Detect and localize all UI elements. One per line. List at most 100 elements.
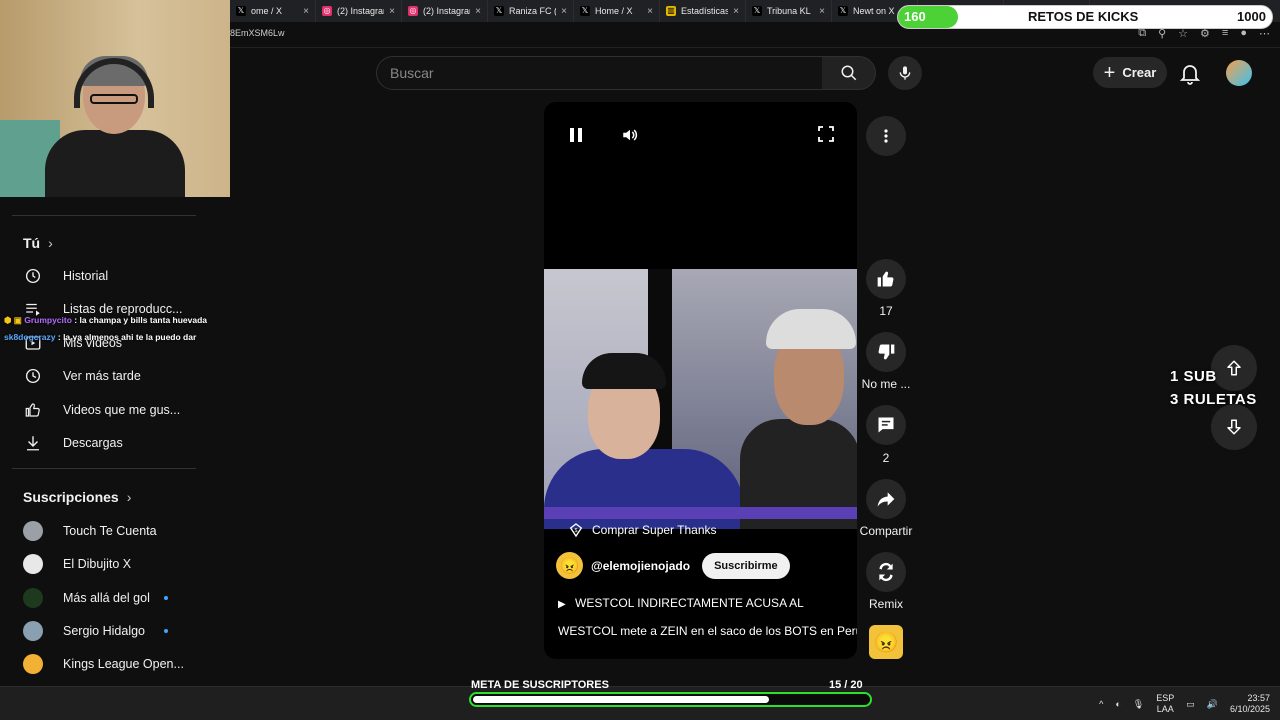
close-tab-icon[interactable]: ×	[303, 6, 309, 17]
language-code: ESP	[1156, 693, 1175, 703]
browser-tab[interactable]: 𝕏 Tribuna KL ×	[746, 0, 832, 22]
remix-icon	[879, 562, 893, 582]
download-icon	[23, 433, 43, 453]
sidebar-item-label: Videos que me gus...	[63, 403, 181, 417]
chat-message: ⬢ ▣ Grumpycito : la champa y bills tanta…	[4, 315, 208, 325]
pause-button[interactable]	[568, 126, 584, 149]
browser-tab[interactable]: 𝕏 Home / X ×	[574, 0, 660, 22]
channel-avatar	[23, 554, 43, 574]
volume-button[interactable]	[620, 126, 640, 149]
shorts-player[interactable]: $ Comprar Super Thanks 😠 @elemojienojado…	[544, 102, 857, 659]
sidebar-item-label: Descargas	[63, 436, 123, 450]
channel-avatar	[23, 521, 43, 541]
voice-search-button[interactable]	[888, 56, 922, 90]
sidebar-item[interactable]: Ver más tarde	[23, 363, 198, 389]
browser-tab[interactable]: ▥ Estadísticas ×	[660, 0, 746, 22]
clock[interactable]: 23:57 6/10/2025	[1230, 693, 1270, 715]
dislike-label: No me ...	[861, 377, 911, 391]
subscription-item[interactable]: Sergio Hidalgo	[23, 618, 198, 644]
video-title-link[interactable]: ▶ WESTCOL INDIRECTAMENTE ACUSA AL	[558, 596, 804, 610]
chart-icon: ▥	[666, 6, 676, 16]
subscription-label: El Dibujito X	[63, 557, 132, 571]
app-tray-icon[interactable]: ◐	[1115, 699, 1120, 709]
next-short-button[interactable]	[1211, 404, 1257, 450]
speaker-icon[interactable]: 🔊	[1207, 699, 1218, 710]
close-tab-icon[interactable]: ×	[389, 6, 395, 17]
channel-name[interactable]: @elemojienojado	[591, 559, 690, 573]
previous-short-button[interactable]	[1211, 345, 1257, 391]
sidebar-item[interactable]: Videos que me gus...	[23, 397, 198, 423]
address-text[interactable]: 8EmXSM6Lw	[230, 28, 285, 38]
account-avatar[interactable]	[1226, 60, 1252, 86]
subscription-item[interactable]: El Dibujito X	[23, 551, 198, 577]
subscriber-goal-label: META DE SUSCRIPTORES	[471, 679, 609, 691]
keyboard-layout: LAA	[1156, 704, 1174, 714]
channel-row: 😠 @elemojienojado Suscribirme	[556, 552, 790, 579]
chevron-up-icon[interactable]: ^	[1099, 699, 1103, 709]
clock-date: 6/10/2025	[1229, 704, 1270, 714]
channel-avatar	[23, 621, 43, 641]
subscriber-goal-bar	[469, 692, 872, 707]
chevron-right-icon: ›	[48, 235, 53, 251]
instagram-icon: ◎	[322, 6, 332, 16]
chat-username: sk8dogcrazy	[4, 332, 56, 342]
like-icon	[23, 400, 43, 420]
sidebar-item[interactable]: Historial	[23, 263, 198, 289]
audio-source-thumbnail[interactable]: 😠	[869, 625, 903, 659]
play-triangle-icon: ▶	[558, 599, 566, 610]
subscription-item[interactable]: Kings League Open...	[23, 651, 198, 677]
comments-button[interactable]	[866, 405, 906, 445]
video-frame[interactable]	[544, 269, 857, 529]
sidebar-item[interactable]: Descargas	[23, 430, 198, 456]
browser-tab[interactable]: 𝕏 Raniza FC (×	[488, 0, 574, 22]
browser-tab[interactable]: ◎ (2) Instagram ×	[402, 0, 488, 22]
search-button[interactable]	[822, 56, 876, 90]
share-button[interactable]	[866, 479, 906, 519]
close-tab-icon[interactable]: ×	[475, 6, 481, 17]
more-options-button[interactable]	[866, 116, 906, 156]
dislike-button[interactable]	[866, 332, 906, 372]
close-tab-icon[interactable]: ×	[561, 6, 567, 17]
close-tab-icon[interactable]: ×	[647, 6, 653, 17]
browser-tab-title: ome / X	[251, 6, 283, 16]
fullscreen-button[interactable]	[818, 126, 834, 147]
clock-time: 23:57	[1247, 693, 1270, 703]
sidebar-you-heading[interactable]: Tú ›	[23, 235, 53, 251]
thumbs-down-icon	[878, 344, 895, 360]
instagram-icon: ◎	[408, 6, 418, 16]
sidebar-item-label: Listas de reproducc...	[63, 302, 183, 316]
close-tab-icon[interactable]: ×	[733, 6, 739, 17]
like-button[interactable]	[866, 259, 906, 299]
subscription-label: Más allá del gol	[63, 591, 150, 605]
sidebar-subscriptions-heading[interactable]: Suscripciones ›	[23, 489, 131, 505]
sidebar-divider	[12, 215, 196, 216]
network-icon[interactable]: ▭	[1186, 699, 1195, 710]
thumbs-up-icon	[877, 271, 894, 287]
browser-tab-title: Newt on X	[853, 6, 895, 16]
browser-tab[interactable]: ◎ (2) Instagram ×	[316, 0, 402, 22]
microphone-tray-icon[interactable]: 🎙	[1133, 699, 1144, 710]
subscription-item[interactable]: Más allá del gol	[23, 585, 198, 611]
subscription-item[interactable]: Touch Te Cuenta	[23, 518, 198, 544]
x-icon: 𝕏	[580, 6, 590, 16]
subscribe-label: Suscribirme	[714, 559, 778, 572]
comment-count: 2	[882, 451, 890, 465]
create-button[interactable]: + Crear	[1093, 57, 1167, 88]
kicks-goal: 1000	[1237, 9, 1266, 24]
sidebar-divider	[12, 468, 196, 469]
subscription-label: Touch Te Cuenta	[63, 524, 157, 538]
super-thanks-button[interactable]: $ Comprar Super Thanks	[568, 522, 717, 538]
more-vertical-icon	[884, 129, 888, 143]
subscribe-button[interactable]: Suscribirme	[702, 552, 790, 579]
remix-button[interactable]	[866, 552, 906, 592]
search-input[interactable]: Buscar	[376, 56, 823, 90]
svg-text:$: $	[575, 528, 578, 534]
language-indicator[interactable]: ESP LAA	[1156, 693, 1174, 715]
browser-tab[interactable]: 𝕏ome / X ×	[230, 0, 316, 22]
close-tab-icon[interactable]: ×	[819, 6, 825, 17]
channel-avatar[interactable]: 😠	[556, 552, 583, 579]
fullscreen-icon	[818, 126, 834, 142]
notifications-button[interactable]	[1178, 61, 1202, 90]
sidebar-item-label: Ver más tarde	[63, 369, 141, 383]
search-icon	[841, 65, 856, 81]
